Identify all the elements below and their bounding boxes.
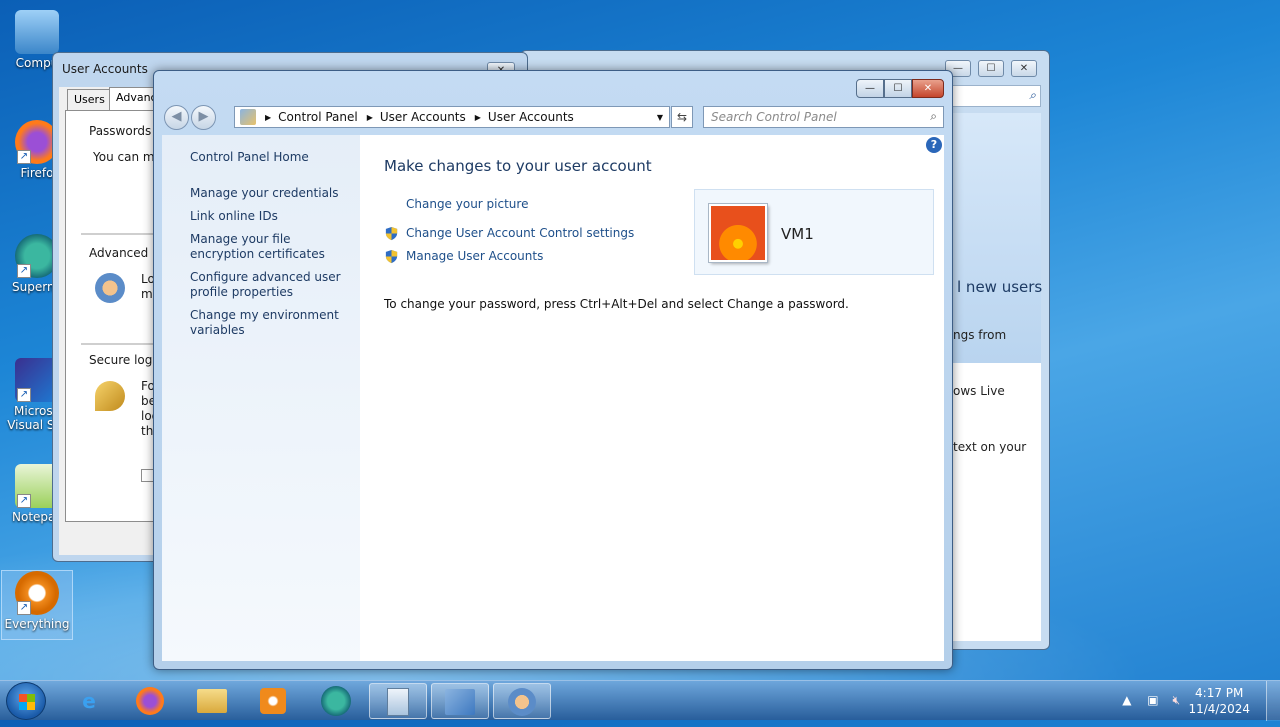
search-icon: ⌕ bbox=[1029, 88, 1036, 102]
header-panel bbox=[941, 113, 1041, 363]
forward-button[interactable]: ▶ bbox=[191, 105, 216, 130]
taskbar-notepad[interactable] bbox=[369, 683, 427, 719]
page-title: Make changes to your user account bbox=[384, 157, 652, 175]
everything-icon: ↗ bbox=[15, 571, 59, 615]
taskbar-supermium[interactable] bbox=[307, 683, 365, 719]
chevron-right-icon[interactable]: ▶ bbox=[475, 113, 481, 122]
content-area: Control Panel Home Manage your credentia… bbox=[162, 135, 944, 661]
uac-shield-icon bbox=[385, 226, 398, 241]
show-desktop-button[interactable] bbox=[1266, 681, 1280, 721]
new-users-heading: l new users bbox=[957, 278, 1043, 296]
desktop-icon-everything[interactable]: ↗ Everything bbox=[1, 570, 73, 640]
address-bar[interactable]: ▶ Control Panel ▶ User Accounts ▶ User A… bbox=[234, 106, 670, 128]
search-input[interactable]: ⌕ bbox=[951, 85, 1041, 107]
document-icon bbox=[387, 688, 409, 716]
minimize-button[interactable]: — bbox=[856, 79, 884, 98]
clock[interactable]: 4:17 PM 11/4/2024 bbox=[1188, 685, 1250, 717]
shortcut-arrow-icon: ↗ bbox=[17, 601, 31, 615]
taskbar-explorer[interactable] bbox=[183, 683, 241, 719]
breadcrumb-user-accounts-current[interactable]: User Accounts bbox=[488, 110, 574, 124]
desktop-icon-label: Everything bbox=[4, 617, 70, 631]
chevron-right-icon[interactable]: ▶ bbox=[367, 113, 373, 122]
search-icon: ⌕ bbox=[930, 109, 937, 123]
dialog-title: User Accounts bbox=[62, 62, 148, 76]
uac-shield-icon bbox=[385, 249, 398, 264]
caption-buttons: — ☐ ✕ bbox=[856, 79, 944, 98]
help-icon: ? bbox=[930, 138, 938, 151]
sidebar: Control Panel Home Manage your credentia… bbox=[162, 135, 360, 661]
sidebar-item-environment-variables[interactable]: Change my environment variables bbox=[190, 308, 355, 338]
internet-explorer-icon: e bbox=[82, 689, 96, 713]
close-button[interactable]: ✕ bbox=[1011, 60, 1037, 77]
shortcut-arrow-icon: ↗ bbox=[17, 494, 31, 508]
uac-settings-link[interactable]: Change User Account Control settings bbox=[406, 226, 634, 240]
sidebar-item-link-online-ids[interactable]: Link online IDs bbox=[190, 209, 355, 224]
password-instructions: To change your password, press Ctrl+Alt+… bbox=[384, 297, 849, 311]
start-button[interactable] bbox=[6, 682, 46, 720]
chevron-right-icon: ▶ bbox=[265, 112, 272, 122]
sidebar-item-advanced-profile[interactable]: Configure advanced user profile properti… bbox=[190, 270, 355, 300]
control-panel-window[interactable]: — ☐ ✕ ◀ ▶ ▶ Control Panel ▶ User Account… bbox=[153, 70, 953, 670]
help-button[interactable]: ? bbox=[926, 137, 942, 153]
control-panel-icon bbox=[445, 689, 475, 715]
taskbar-user-accounts[interactable] bbox=[493, 683, 551, 719]
shortcut-arrow-icon: ↗ bbox=[17, 150, 31, 164]
back-button[interactable]: ◀ bbox=[164, 105, 189, 130]
media-player-icon bbox=[260, 688, 286, 714]
windows-logo-icon-lower bbox=[19, 702, 35, 710]
sidebar-item-file-encryption[interactable]: Manage your file encryption certificates bbox=[190, 232, 355, 262]
chevron-down-icon[interactable]: ▼ bbox=[657, 113, 663, 122]
close-button[interactable]: ✕ bbox=[912, 79, 944, 98]
network-icon[interactable]: ▣ bbox=[1147, 693, 1158, 707]
shortcut-arrow-icon: ↗ bbox=[17, 264, 31, 278]
taskbar-internet-explorer[interactable]: e bbox=[60, 683, 118, 719]
control-panel-icon bbox=[240, 109, 256, 125]
account-tile: VM1 bbox=[694, 189, 934, 275]
clock-time: 4:17 PM bbox=[1195, 686, 1244, 700]
supermium-icon bbox=[321, 686, 351, 716]
volume-muted-icon[interactable]: 🔇︎ bbox=[1172, 693, 1180, 707]
sidebar-item-control-panel-home[interactable]: Control Panel Home bbox=[190, 150, 355, 165]
sidebar-item-manage-credentials[interactable]: Manage your credentials bbox=[190, 186, 355, 201]
taskbar-control-panel[interactable] bbox=[431, 683, 489, 719]
clock-date: 11/4/2024 bbox=[1188, 702, 1250, 716]
taskbar-firefox[interactable] bbox=[121, 683, 179, 719]
shortcut-arrow-icon: ↗ bbox=[17, 388, 31, 402]
taskbar: e ▲ ▣ 🔇︎ 4:17 PM 11/4/2024 bbox=[0, 680, 1280, 721]
computer-icon bbox=[15, 10, 59, 54]
account-name: VM1 bbox=[781, 225, 814, 243]
change-picture-link[interactable]: Change your picture bbox=[406, 197, 528, 211]
refresh-icon: ⇆ bbox=[676, 110, 688, 124]
chevron-up-icon[interactable]: ▲ bbox=[1122, 693, 1131, 707]
folder-icon bbox=[197, 689, 227, 713]
taskbar-media-player[interactable] bbox=[244, 683, 302, 719]
maximize-button[interactable]: ☐ bbox=[978, 60, 1004, 77]
refresh-button[interactable]: ⇆ bbox=[671, 106, 693, 128]
text-line: text on your bbox=[953, 440, 1027, 454]
users-icon bbox=[95, 273, 125, 303]
maximize-button[interactable]: ☐ bbox=[884, 79, 912, 98]
user-accounts-icon bbox=[508, 688, 536, 716]
desktop-icon-label: Firefo bbox=[20, 166, 54, 180]
system-tray: ▲ ▣ 🔇︎ bbox=[1122, 693, 1180, 708]
search-placeholder: Search Control Panel bbox=[711, 110, 837, 124]
text-line: ows Live bbox=[953, 384, 1005, 398]
text-line: ngs from bbox=[953, 328, 1007, 342]
search-input[interactable]: Search Control Panel ⌕ bbox=[703, 106, 944, 128]
breadcrumb-control-panel[interactable]: Control Panel bbox=[278, 110, 358, 124]
manage-user-accounts-link[interactable]: Manage User Accounts bbox=[406, 249, 543, 263]
firefox-icon bbox=[136, 687, 164, 715]
key-icon bbox=[95, 381, 125, 411]
breadcrumb-user-accounts[interactable]: User Accounts bbox=[380, 110, 466, 124]
tab-users[interactable]: Users bbox=[67, 89, 112, 111]
user-picture-avatar[interactable] bbox=[708, 203, 768, 263]
